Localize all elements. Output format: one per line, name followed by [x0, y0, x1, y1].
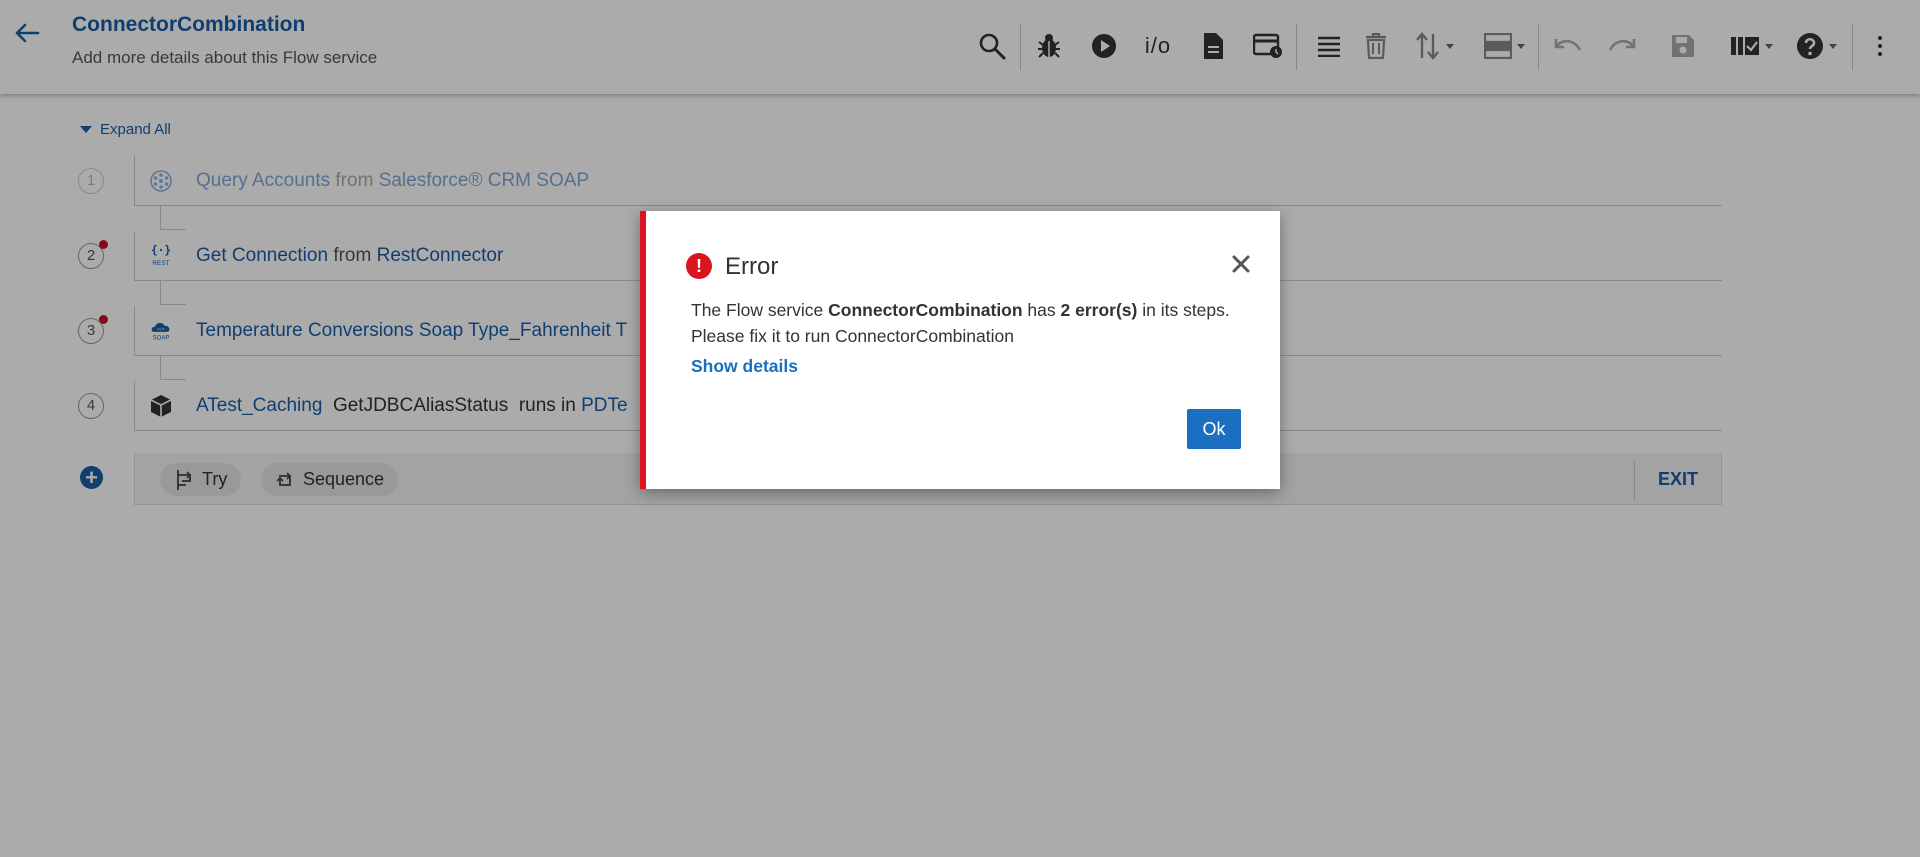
dialog-title: Error: [725, 253, 779, 280]
dialog-message-line2: Please fix it to run ConnectorCombinatio…: [691, 326, 1014, 346]
error-alert-icon: !: [686, 253, 712, 279]
dialog-message: The Flow service ConnectorCombination ha…: [691, 300, 1230, 346]
ok-button[interactable]: Ok: [1187, 409, 1241, 449]
error-count: 2 error(s): [1060, 300, 1138, 320]
show-details-link[interactable]: Show details: [691, 356, 798, 377]
error-dialog: ! Error The Flow service ConnectorCombin…: [640, 211, 1280, 489]
close-icon[interactable]: [1226, 249, 1256, 279]
service-name: ConnectorCombination: [828, 300, 1023, 320]
